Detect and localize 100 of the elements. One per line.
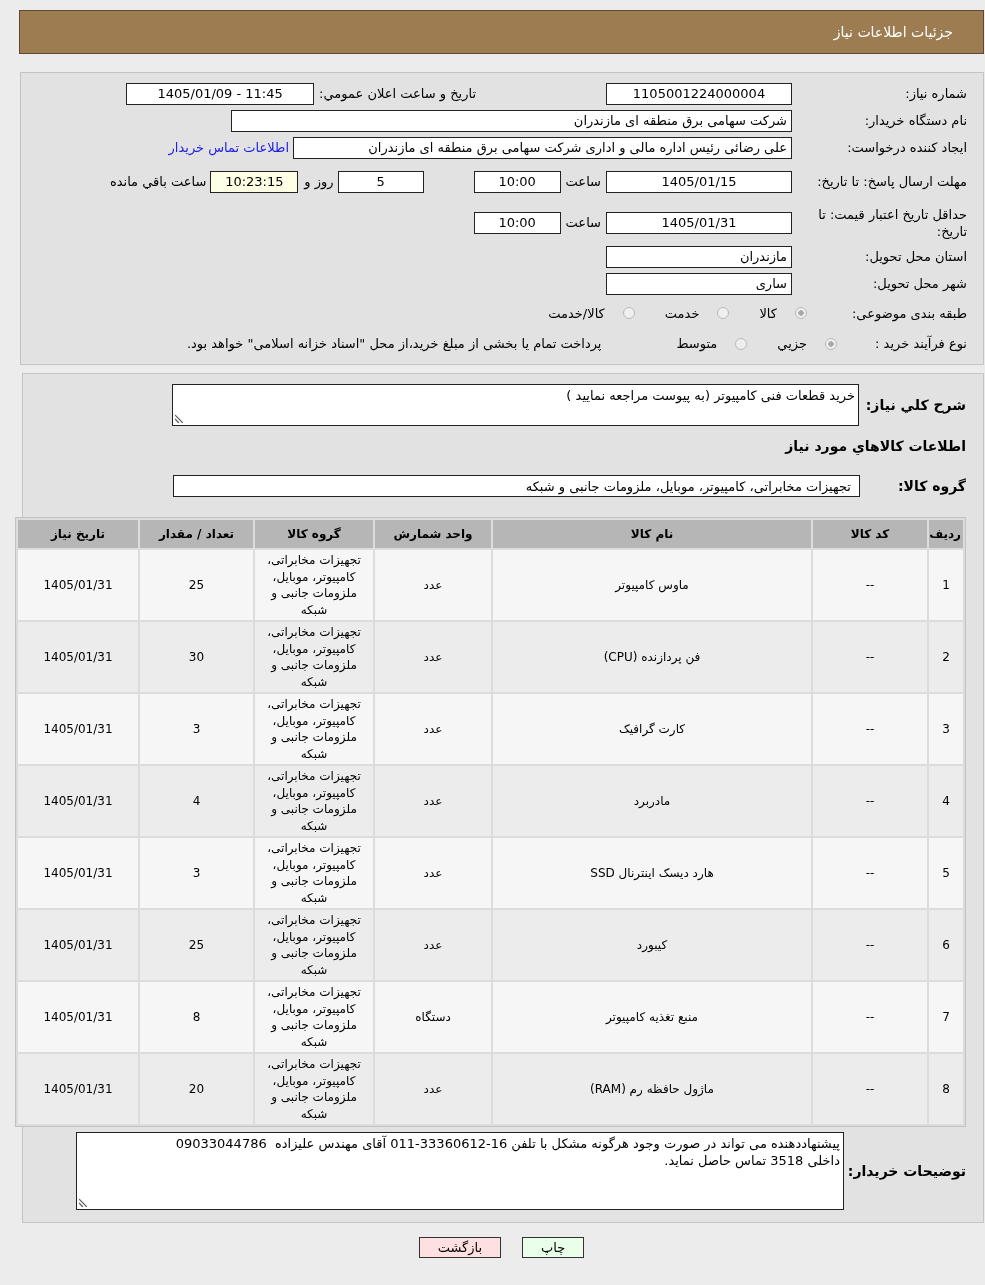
option-label[interactable]: جزيي xyxy=(777,336,807,351)
field-label: استان محل تحویل: xyxy=(864,248,967,265)
city-field[interactable]: ساری xyxy=(606,272,792,295)
table-cell: عدد xyxy=(375,622,491,692)
column-header[interactable]: واحد شمارش xyxy=(375,520,491,548)
buyer-notes-field[interactable]: پیشنهاددهنده می تواند در صورت وجود هرگونه مشکل با تلفن 16-33360612-011 آقای مهندس علیزاده 09033044786 داخلی 3518 تماس حاصل نماید. xyxy=(76,1132,844,1210)
table-cell: تجهیزات مخابراتی، کامپیوتر، موبایل، ملزومات جانبی و شبکه xyxy=(255,982,373,1052)
table-cell: تجهیزات مخابراتی، کامپیوتر، موبایل، ملزومات جانبی و شبکه xyxy=(255,694,373,764)
need-number-field[interactable]: 1105001224000004 xyxy=(606,82,792,105)
table-cell: -- xyxy=(813,766,927,836)
table-cell: 25 xyxy=(140,910,253,980)
table-cell: 1405/01/31 xyxy=(18,622,138,692)
announcement-date-field[interactable]: 1405/01/09 - 11:45 xyxy=(126,82,315,105)
table-cell: کارت گرافیک xyxy=(493,694,811,764)
field-label: ساعت باقي مانده xyxy=(109,174,207,189)
field-label: ایجاد کننده درخواست: xyxy=(846,139,967,156)
requester-field[interactable]: علی رضائی رئیس اداره مالی و اداری شرکت سهامی برق منطقه ای مازندران xyxy=(293,136,792,159)
radio-button[interactable] xyxy=(717,307,730,319)
table-cell: عدد xyxy=(375,1054,491,1124)
table-cell: عدد xyxy=(375,910,491,980)
column-header[interactable]: گروه کالا xyxy=(255,520,373,548)
table-cell: عدد xyxy=(375,838,491,908)
table-cell: 1405/01/31 xyxy=(18,550,138,620)
table-cell: 1405/01/31 xyxy=(18,1054,138,1124)
remaining-time-field[interactable]: 10:23:15 xyxy=(210,170,299,193)
resize-grip-icon[interactable] xyxy=(79,1199,87,1207)
table-cell: -- xyxy=(813,1054,927,1124)
resize-grip-icon[interactable] xyxy=(175,415,183,423)
table-cell: تجهیزات مخابراتی، کامپیوتر، موبایل، ملزومات جانبی و شبکه xyxy=(255,622,373,692)
column-header[interactable]: نام کالا xyxy=(493,520,811,548)
table-cell: دستگاه xyxy=(375,982,491,1052)
buyer-contact-link[interactable]: اطلاعات تماس خریدار xyxy=(168,140,289,155)
table-cell: 3 xyxy=(140,694,253,764)
field-label: گروه کالا: xyxy=(896,478,966,494)
column-header[interactable]: ردیف xyxy=(929,520,963,548)
print-button[interactable]: چاپ xyxy=(522,1237,585,1258)
field-label: تاریخ و ساعت اعلان عمومي: xyxy=(319,86,476,101)
table-cell: 7 xyxy=(929,982,963,1052)
table-cell: -- xyxy=(813,550,927,620)
table-cell: 8 xyxy=(140,982,253,1052)
description-field[interactable]: خرید قطعات فنی کامپیوتر (به پیوست مراجعه نمایید ) xyxy=(172,384,859,426)
table-cell: 6 xyxy=(929,910,963,980)
radio-button[interactable] xyxy=(735,337,748,350)
radio-button[interactable] xyxy=(622,307,635,319)
table-cell: 8 xyxy=(929,1054,963,1124)
table-cell: 25 xyxy=(140,550,253,620)
purchase-note: پرداخت تمام یا بخشی از مبلغ خرید،از محل "اسناد خزانه اسلامی" خواهد بود. xyxy=(186,336,602,351)
field-label: حداقل تاریخ اعتبار قیمت: تا تاریخ: xyxy=(817,205,967,240)
table-cell: ماژول حافظه رم (RAM) xyxy=(493,1054,811,1124)
section-heading: اطلاعات کالاهاي مورد نیاز xyxy=(783,437,966,457)
table-cell: هارد دیسک اینترنال SSD xyxy=(493,838,811,908)
table-cell: 30 xyxy=(140,622,253,692)
table-cell: 20 xyxy=(140,1054,253,1124)
field-label: شرح کلي نیاز: xyxy=(864,397,966,413)
table-cell: 4 xyxy=(929,766,963,836)
table-cell: 3 xyxy=(929,694,963,764)
table-cell: فن پردازنده (CPU) xyxy=(493,622,811,692)
table-cell: کیبورد xyxy=(493,910,811,980)
deadline-date-field[interactable]: 1405/01/15 xyxy=(606,170,792,193)
field-label: روز و xyxy=(304,174,334,189)
option-label[interactable]: کالا/خدمت xyxy=(548,305,605,321)
table-cell: عدد xyxy=(375,550,491,620)
field-label: طبقه بندی موضوعی: xyxy=(850,305,967,321)
back-button[interactable]: بازگشت xyxy=(418,1237,502,1258)
buyer-organization-field[interactable]: شرکت سهامی برق منطقه ای مازندران xyxy=(231,109,792,132)
field-label: نام دستگاه خریدار: xyxy=(863,112,967,129)
radio-button[interactable] xyxy=(795,307,807,319)
table-cell: تجهیزات مخابراتی، کامپیوتر، موبایل، ملزومات جانبی و شبکه xyxy=(255,838,373,908)
table-cell: 1 xyxy=(929,550,963,620)
table-cell: 2 xyxy=(929,622,963,692)
province-field[interactable]: مازندران xyxy=(606,245,792,268)
column-header[interactable]: تعداد / مقدار xyxy=(140,520,253,548)
option-label[interactable]: کالا xyxy=(759,305,777,321)
remaining-days-field[interactable]: 5 xyxy=(337,170,424,193)
field-label: شهر محل تحویل: xyxy=(871,275,967,292)
column-header[interactable]: کد کالا xyxy=(813,520,927,548)
table-cell: -- xyxy=(813,622,927,692)
table-cell: تجهیزات مخابراتی، کامپیوتر، موبایل، ملزومات جانبی و شبکه xyxy=(255,1054,373,1124)
price-validity-time-field[interactable]: 10:00 xyxy=(473,211,561,234)
table-cell: تجهیزات مخابراتی، کامپیوتر، موبایل، ملزومات جانبی و شبکه xyxy=(255,766,373,836)
column-header[interactable]: تاریخ نیاز xyxy=(18,520,138,548)
radio-button[interactable] xyxy=(825,337,837,350)
table-cell: ماوس کامپیوتر xyxy=(493,550,811,620)
table-cell: 5 xyxy=(929,838,963,908)
goods-group-field[interactable]: تجهیزات مخابراتی، کامپیوتر، موبایل، ملزومات جانبی و شبکه xyxy=(173,475,860,497)
option-label[interactable]: خدمت xyxy=(664,305,700,321)
field-label: نوع فرآیند خرید : xyxy=(874,336,967,351)
field-label: ساعت xyxy=(565,215,601,230)
price-validity-date-field[interactable]: 1405/01/31 xyxy=(606,211,792,234)
table-cell: تجهیزات مخابراتی، کامپیوتر، موبایل، ملزومات جانبی و شبکه xyxy=(255,550,373,620)
table-cell: 1405/01/31 xyxy=(18,694,138,764)
table-cell: -- xyxy=(813,910,927,980)
table-cell: تجهیزات مخابراتی، کامپیوتر، موبایل، ملزومات جانبی و شبکه xyxy=(255,910,373,980)
deadline-time-field[interactable]: 10:00 xyxy=(473,170,561,193)
table-cell: -- xyxy=(813,838,927,908)
table-cell: عدد xyxy=(375,694,491,764)
option-label[interactable]: متوسط xyxy=(676,336,718,351)
table-cell: عدد xyxy=(375,766,491,836)
page-title: جزئیات اطلاعات نیاز xyxy=(833,24,953,40)
table-cell: 4 xyxy=(140,766,253,836)
